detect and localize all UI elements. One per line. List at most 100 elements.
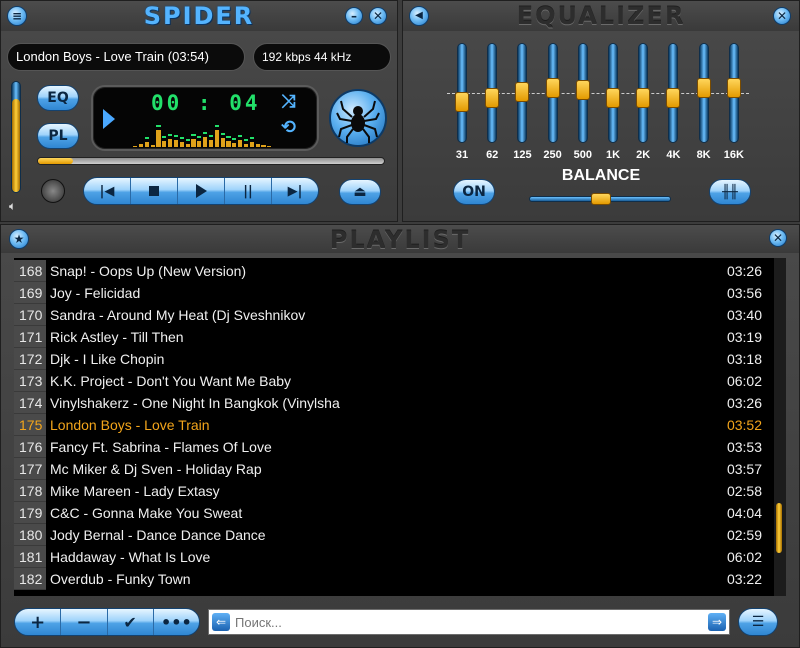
minimize-icon[interactable]: – [345,7,363,25]
playlist-row[interactable]: 182 Overdub - Funky Town 03:22 [14,568,774,590]
search-box: ⇐ ⇒ [208,609,730,635]
playlist-row[interactable]: 179 C&C - Gonna Make You Sweat 04:04 [14,502,774,524]
playlist-menu-icon[interactable]: ☰ [738,608,778,636]
playlist-row[interactable]: 169 Joy - Felicidad 03:56 [14,282,774,304]
eq-slider-250[interactable] [545,43,560,143]
pl-button[interactable]: PL [37,123,79,149]
eq-slider-500[interactable] [575,43,590,143]
playlist-row[interactable]: 173 K.K. Project - Don't You Want Me Baby… [14,370,774,392]
check-icon[interactable]: ✔ [108,609,154,635]
playlist-row[interactable]: 180 Jody Bernal - Dance Dance Dance 02:59 [14,524,774,546]
close-icon[interactable]: ✕ [769,229,787,247]
track-number: 180 [14,524,46,546]
shuffle-icon[interactable]: ⤨ [281,91,295,112]
eq-slider-8k[interactable] [696,43,711,143]
eq-thumb[interactable] [606,88,620,108]
spectrum-analyzer [133,119,273,147]
scrollbar-thumb[interactable] [776,502,782,553]
track-title: Fancy Ft. Sabrina - Flames Of Love [50,439,272,455]
player-titlebar[interactable]: ≡ SPIDER – ✕ [1,1,397,31]
playlist-row[interactable]: 171 Rick Astley - Till Then 03:19 [14,326,774,348]
eq-band-label: 4K [666,149,681,161]
eq-band-label: 1K [605,149,621,161]
eq-thumb[interactable] [485,88,500,108]
eq-thumb[interactable] [666,88,681,108]
spectrum-bar [185,143,190,147]
track-duration: 03:53 [726,439,762,455]
seek-progress [38,158,73,164]
eq-thumb[interactable] [515,82,530,103]
spectrum-peak [243,138,249,141]
eq-thumb[interactable] [636,88,651,108]
eq-slider-62[interactable] [485,43,500,143]
spider-logo-icon[interactable] [329,89,387,147]
eq-band-label: 62 [486,149,499,161]
minus-icon[interactable]: − [61,609,108,635]
spectrum-peak [185,138,190,141]
track-title: Mc Miker & Dj Sven - Holiday Rap [50,461,262,477]
search-go-icon[interactable]: ⇒ [708,613,726,631]
time-display: 00 : 04 [151,91,261,115]
spectrum-peak [214,124,219,127]
playlist-row[interactable]: 170 Sandra - Around My Heat (Dj Sveshniko… [14,304,774,326]
playlist-row[interactable]: 178 Mike Mareen - Lady Extasy 02:58 [14,480,774,502]
seek-bar[interactable] [37,157,385,165]
sliders-icon[interactable]: ╫╫ [709,179,751,205]
track-number: 172 [14,348,46,370]
balance-thumb[interactable] [591,193,611,205]
eq-slider-4k[interactable] [666,43,681,143]
playlist-row[interactable]: 181 Haddaway - What Is Love 06:02 [14,546,774,568]
eq-thumb[interactable] [575,80,590,100]
close-icon[interactable]: ✕ [369,7,387,25]
playlist-row[interactable]: 176 Fancy Ft. Sabrina - Flames Of Love 03:… [14,436,774,458]
prev-icon[interactable]: |◀ [84,178,131,204]
eq-thumb[interactable] [455,92,469,112]
playlist-row-current[interactable]: 175 London Boys - Love Train 03:52 [14,414,774,436]
track-number: 181 [14,546,46,568]
play-icon[interactable] [178,178,225,204]
track-title: Djk - I Like Chopin [50,351,165,367]
spectrum-peak [191,134,196,137]
playlist-row[interactable]: 172 Djk - I Like Chopin 03:18 [14,348,774,370]
eq-slider-31[interactable] [455,43,469,143]
more-icon[interactable]: ••• [154,609,199,635]
playlist-titlebar[interactable]: ★ PLAYLIST ✕ [1,225,799,254]
eq-slider-125[interactable] [515,43,530,143]
plus-icon[interactable]: + [15,609,62,635]
eq-slider-2k[interactable] [636,43,651,143]
eq-slider-1k[interactable] [606,43,620,143]
playlist-row[interactable]: 174 Vinylshakerz - One Night In Bangkok (… [14,392,774,414]
repeat-icon[interactable]: ⟲ [281,117,296,138]
eq-slider-16k[interactable] [726,43,741,143]
eq-on-button[interactable]: ON [453,179,495,205]
spectrum-peak [203,132,208,135]
playlist-list[interactable]: 168 Snap! - Oops Up (New Version) 03:26 169… [14,258,774,596]
spectrum-peak [179,136,184,139]
eject-icon[interactable]: ⏏ [339,179,381,205]
next-icon[interactable]: ▶| [272,178,318,204]
track-duration: 06:02 [726,549,762,565]
track-title: Joy - Felicidad [50,285,141,301]
eq-thumb[interactable] [696,77,711,98]
balance-slider[interactable] [529,193,671,205]
spectrum-peak [238,135,243,137]
spectrum-peak [173,135,179,137]
search-back-icon[interactable]: ⇐ [212,613,230,631]
eq-band-label: 8K [696,149,711,161]
eq-thumb[interactable] [726,77,741,98]
speaker-icon[interactable]: 🔈︎ [9,199,16,214]
track-number: 182 [14,568,46,590]
track-number: 168 [14,260,46,282]
eq-button[interactable]: EQ [37,85,79,111]
pause-icon[interactable]: || [225,178,272,204]
playlist-scrollbar[interactable] [774,258,786,596]
track-duration: 03:18 [726,351,762,367]
stop-icon[interactable] [131,178,178,204]
volume-slider[interactable] [11,81,21,193]
eq-thumb[interactable] [545,77,560,98]
track-duration: 03:52 [726,417,762,433]
track-number: 175 [14,414,46,436]
search-input[interactable] [235,612,695,632]
playlist-row[interactable]: 168 Snap! - Oops Up (New Version) 03:26 [14,260,774,282]
playlist-row[interactable]: 177 Mc Miker & Dj Sven - Holiday Rap 03:57 [14,458,774,480]
